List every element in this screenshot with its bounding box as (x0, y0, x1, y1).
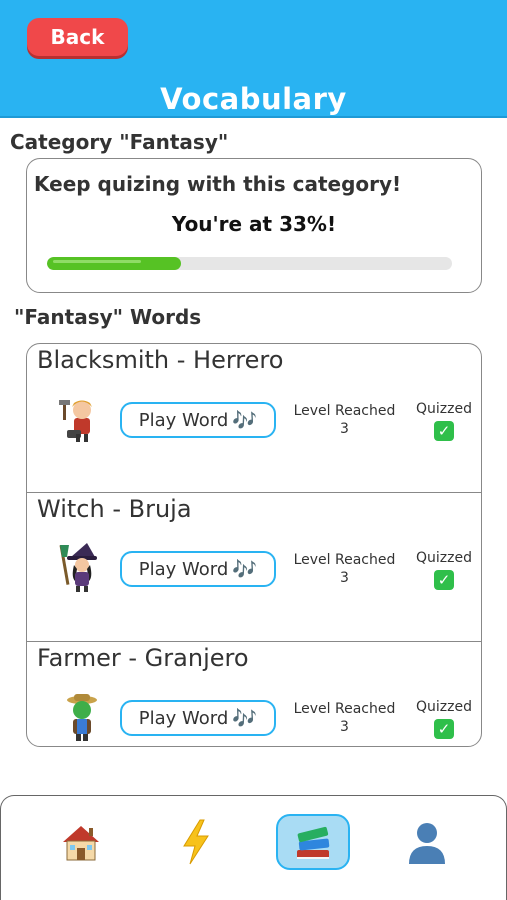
page-title: Vocabulary (160, 82, 347, 116)
user-icon (409, 823, 445, 864)
progress-message: Keep quizing with this category! (34, 172, 402, 196)
books-icon (297, 826, 330, 859)
play-word-button[interactable]: Play Word 🎶 (120, 700, 276, 736)
level-reached: Level Reached 3 (287, 551, 402, 587)
quizzed-label: Quizzed (416, 550, 472, 566)
level-reached: Level Reached 3 (287, 700, 402, 736)
level-reached: Level Reached 3 (287, 402, 402, 438)
music-note-icon: 🎶 (232, 557, 258, 581)
play-word-button[interactable]: Play Word 🎶 (120, 551, 276, 587)
words-section-label: "Fantasy" Words (14, 305, 202, 329)
list-item: Blacksmith - Herrero Play Word 🎶 Level R… (27, 344, 481, 493)
app-header: Back Vocabulary (0, 0, 507, 118)
nav-profile[interactable] (390, 814, 464, 870)
progress-bar (47, 257, 452, 270)
lightning-icon (183, 819, 209, 865)
blacksmith-avatar-icon (57, 394, 107, 444)
quizzed-label: Quizzed (416, 699, 472, 715)
level-value: 3 (340, 421, 349, 437)
back-button[interactable]: Back (27, 18, 128, 56)
level-value: 3 (340, 570, 349, 586)
checkmark-icon: ✓ (434, 719, 454, 739)
quizzed-status: Quizzed ✓ (412, 400, 476, 441)
nav-practice[interactable] (159, 814, 233, 870)
witch-avatar-icon (57, 543, 107, 593)
nav-vocabulary[interactable] (276, 814, 350, 870)
category-label: Category "Fantasy" (10, 130, 229, 154)
level-reached-label: Level Reached (293, 403, 396, 419)
nav-home[interactable] (44, 814, 118, 870)
level-reached-label: Level Reached (293, 552, 396, 568)
music-note-icon: 🎶 (232, 408, 258, 432)
level-reached-label: Level Reached (293, 701, 396, 717)
play-word-label: Play Word (138, 707, 229, 729)
play-word-button[interactable]: Play Word 🎶 (120, 402, 276, 438)
farmer-avatar-icon (57, 692, 107, 742)
play-word-label: Play Word (138, 409, 229, 431)
words-list: Blacksmith - Herrero Play Word 🎶 Level R… (26, 343, 482, 747)
music-note-icon: 🎶 (232, 706, 258, 730)
list-item: Farmer - Granjero Play Word 🎶 Level Reac… (27, 642, 481, 746)
level-value: 3 (340, 719, 349, 735)
list-item: Witch - Bruja Play Word 🎶 Level Reached … (27, 493, 481, 642)
checkmark-icon: ✓ (434, 570, 454, 590)
quizzed-status: Quizzed ✓ (412, 549, 476, 590)
word-title: Blacksmith - Herrero (37, 346, 284, 374)
progress-bar-fill (47, 257, 181, 270)
progress-percent-text: You're at 33%! (171, 212, 337, 236)
word-title: Witch - Bruja (37, 495, 192, 523)
bottom-nav (0, 795, 507, 900)
house-icon (63, 826, 99, 861)
checkmark-icon: ✓ (434, 421, 454, 441)
word-title: Farmer - Granjero (37, 644, 249, 672)
quizzed-status: Quizzed ✓ (412, 698, 476, 739)
play-word-label: Play Word (138, 558, 229, 580)
progress-card: Keep quizing with this category! You're … (26, 158, 482, 293)
quizzed-label: Quizzed (416, 401, 472, 417)
